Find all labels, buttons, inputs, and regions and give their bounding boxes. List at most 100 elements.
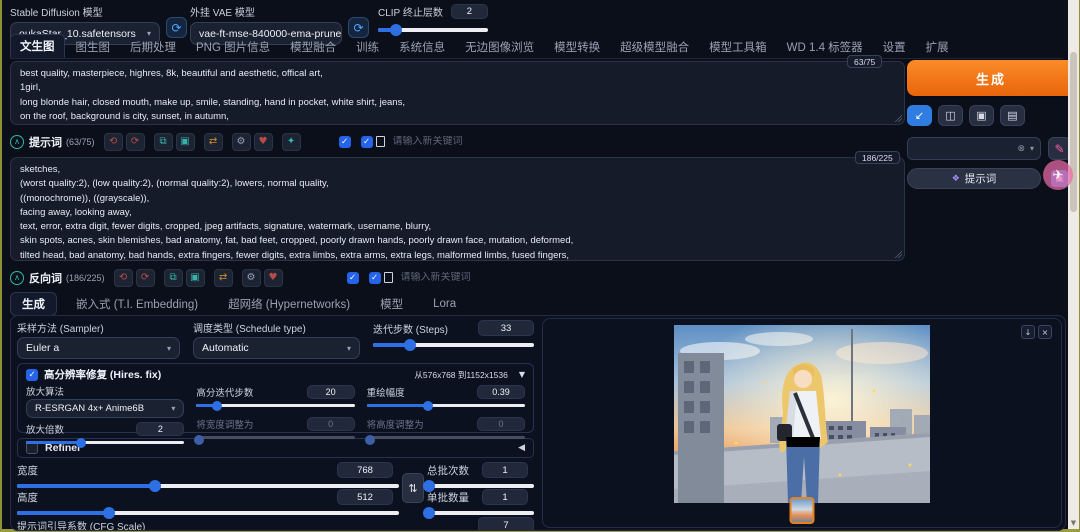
sampler-dropdown[interactable]: Euler a ▾ — [17, 337, 180, 359]
negative-prompt-textarea[interactable]: sketches, (worst quality:2), (low qualit… — [10, 157, 905, 261]
subtab-embedding[interactable]: 嵌入式 (T.I. Embedding) — [65, 293, 209, 315]
denoise-slider[interactable] — [367, 401, 525, 411]
download-image-icon[interactable]: ↓ — [1021, 325, 1035, 339]
hires-fix-checkbox[interactable]: ✓ — [26, 369, 38, 381]
batch-count-value[interactable]: 1 — [482, 462, 528, 478]
subtab-lora[interactable]: Lora — [422, 295, 467, 313]
clip-skip-value[interactable]: 2 — [451, 4, 488, 19]
height-slider[interactable] — [17, 506, 399, 519]
width-value[interactable]: 768 — [337, 462, 393, 478]
prompt-clear-button[interactable]: ♥ — [254, 133, 273, 151]
slider-handle[interactable] — [149, 480, 161, 492]
tab-txt2img[interactable]: 文生图 — [10, 34, 65, 58]
panel-toggle-icon[interactable] — [384, 272, 393, 283]
subtab-checkpoints[interactable]: 模型 — [369, 293, 414, 315]
tab-system-info[interactable]: 系统信息 — [390, 36, 454, 58]
denoise-value[interactable]: 0.39 — [477, 385, 525, 399]
negative-redo-button[interactable]: ⟳ — [136, 269, 155, 287]
prompt-auto-checkbox[interactable]: ✓ — [339, 136, 351, 148]
prompt-helper-button[interactable]: ❖ 提示词 — [907, 168, 1041, 189]
negative-settings-button[interactable]: ⚙ — [242, 269, 261, 287]
prompt-redo-button[interactable]: ⟳ — [126, 133, 145, 151]
negative-keyword-input[interactable] — [401, 272, 905, 283]
tab-train[interactable]: 训练 — [347, 36, 388, 58]
vertical-scrollbar[interactable]: ▼ — [1068, 0, 1079, 529]
collapse-prompt-icon[interactable]: ∧ — [10, 135, 24, 149]
slider-handle[interactable] — [194, 435, 204, 445]
upscale-by-value[interactable]: 2 — [136, 422, 184, 436]
paste-params-button[interactable]: ↙ — [907, 105, 932, 126]
tab-infinite-image-browsing[interactable]: 无边图像浏览 — [456, 36, 543, 58]
steps-slider[interactable] — [373, 338, 534, 351]
scroll-down-arrow-icon[interactable]: ▼ — [1068, 519, 1079, 527]
refresh-sd-model-button[interactable]: ⟳ — [166, 17, 187, 38]
tab-checkpoint-merger[interactable]: 模型融合 — [281, 36, 345, 58]
generated-image[interactable] — [674, 325, 930, 503]
tab-img2img[interactable]: 图生图 — [67, 36, 120, 58]
slider-handle[interactable] — [423, 401, 433, 411]
resize-height-slider[interactable] — [367, 433, 525, 443]
prompt-translate-button[interactable]: ⇄ — [204, 133, 223, 151]
tab-extensions[interactable]: 扩展 — [917, 36, 958, 58]
batch-size-slider[interactable] — [427, 506, 534, 519]
hires-collapse-icon[interactable]: ▼ — [519, 370, 525, 379]
apply-style-button[interactable]: ▤ — [1000, 105, 1025, 126]
hires-steps-slider[interactable] — [196, 401, 354, 411]
prompt-copy-button[interactable]: ⧉ — [154, 133, 173, 151]
collapse-negative-icon[interactable]: ∧ — [10, 271, 24, 285]
prompt-undo-button[interactable]: ⟲ — [104, 133, 123, 151]
subtab-generation[interactable]: 生成 — [10, 292, 57, 316]
prompt-sync-checkbox[interactable]: ✓ — [361, 136, 373, 148]
slider-handle[interactable] — [390, 24, 402, 36]
gallery-thumbnail[interactable] — [790, 497, 815, 524]
steps-value[interactable]: 33 — [478, 320, 534, 336]
batch-count-slider[interactable] — [427, 479, 534, 492]
slider-handle[interactable] — [404, 339, 416, 351]
tab-png-info[interactable]: PNG 图片信息 — [187, 36, 279, 58]
slider-handle[interactable] — [423, 480, 435, 492]
refresh-vae-button[interactable]: ⟳ — [348, 17, 369, 38]
negative-clear-button[interactable]: ♥ — [264, 269, 283, 287]
negative-paste-button[interactable]: ▣ — [186, 269, 205, 287]
prompt-keyword-input[interactable] — [393, 136, 905, 147]
clear-prompt-button[interactable]: ◫ — [938, 105, 963, 126]
close-preview-icon[interactable]: × — [1038, 325, 1052, 339]
negative-undo-button[interactable]: ⟲ — [114, 269, 133, 287]
slider-handle[interactable] — [103, 507, 115, 519]
upscaler-dropdown[interactable]: R-ESRGAN 4x+ Anime6B ▾ — [26, 399, 184, 418]
prompt-paste-button[interactable]: ▣ — [176, 133, 195, 151]
styles-dropdown[interactable]: ⊗ ▾ — [907, 137, 1041, 160]
prompt-textarea[interactable]: best quality, masterpiece, highres, 8k, … — [10, 61, 905, 125]
prompt-settings-button[interactable]: ⚙ — [232, 133, 251, 151]
scrollbar-thumb[interactable] — [1070, 52, 1077, 212]
floating-assistant-button[interactable]: ✈ — [1043, 160, 1073, 190]
subtab-hypernetworks[interactable]: 超网络 (Hypernetworks) — [217, 293, 361, 315]
slider-handle[interactable] — [212, 401, 222, 411]
tab-model-converter[interactable]: 模型转换 — [545, 36, 609, 58]
generate-button[interactable]: 生成 — [907, 60, 1075, 96]
tab-super-merger[interactable]: 超级模型融合 — [611, 36, 698, 58]
clip-skip-slider[interactable] — [378, 23, 488, 36]
tab-extras[interactable]: 后期处理 — [121, 36, 185, 58]
prompt-magic-button[interactable]: ✦ — [282, 133, 301, 151]
slider-handle[interactable] — [76, 438, 86, 448]
negative-copy-button[interactable]: ⧉ — [164, 269, 183, 287]
slider-handle[interactable] — [423, 507, 435, 519]
resize-width-value[interactable]: 0 — [307, 417, 355, 431]
swap-dimensions-button[interactable]: ⇅ — [402, 473, 424, 503]
negative-auto-checkbox[interactable]: ✓ — [347, 272, 359, 284]
clear-styles-icon[interactable]: ⊗ — [1017, 144, 1025, 154]
extra-networks-button[interactable]: ▣ — [969, 105, 994, 126]
resize-width-slider[interactable] — [196, 433, 354, 443]
hires-steps-value[interactable]: 20 — [307, 385, 355, 399]
resize-height-value[interactable]: 0 — [477, 417, 525, 431]
tab-model-toolkit[interactable]: 模型工具箱 — [700, 36, 776, 58]
slider-handle[interactable] — [365, 435, 375, 445]
refiner-collapse-icon[interactable]: ◀ — [518, 443, 525, 453]
schedule-dropdown[interactable]: Automatic ▾ — [193, 337, 360, 359]
negative-translate-button[interactable]: ⇄ — [214, 269, 233, 287]
upscale-by-slider[interactable] — [26, 438, 184, 448]
panel-toggle-icon[interactable] — [376, 136, 385, 147]
negative-sync-checkbox[interactable]: ✓ — [369, 272, 381, 284]
width-slider[interactable] — [17, 479, 399, 492]
